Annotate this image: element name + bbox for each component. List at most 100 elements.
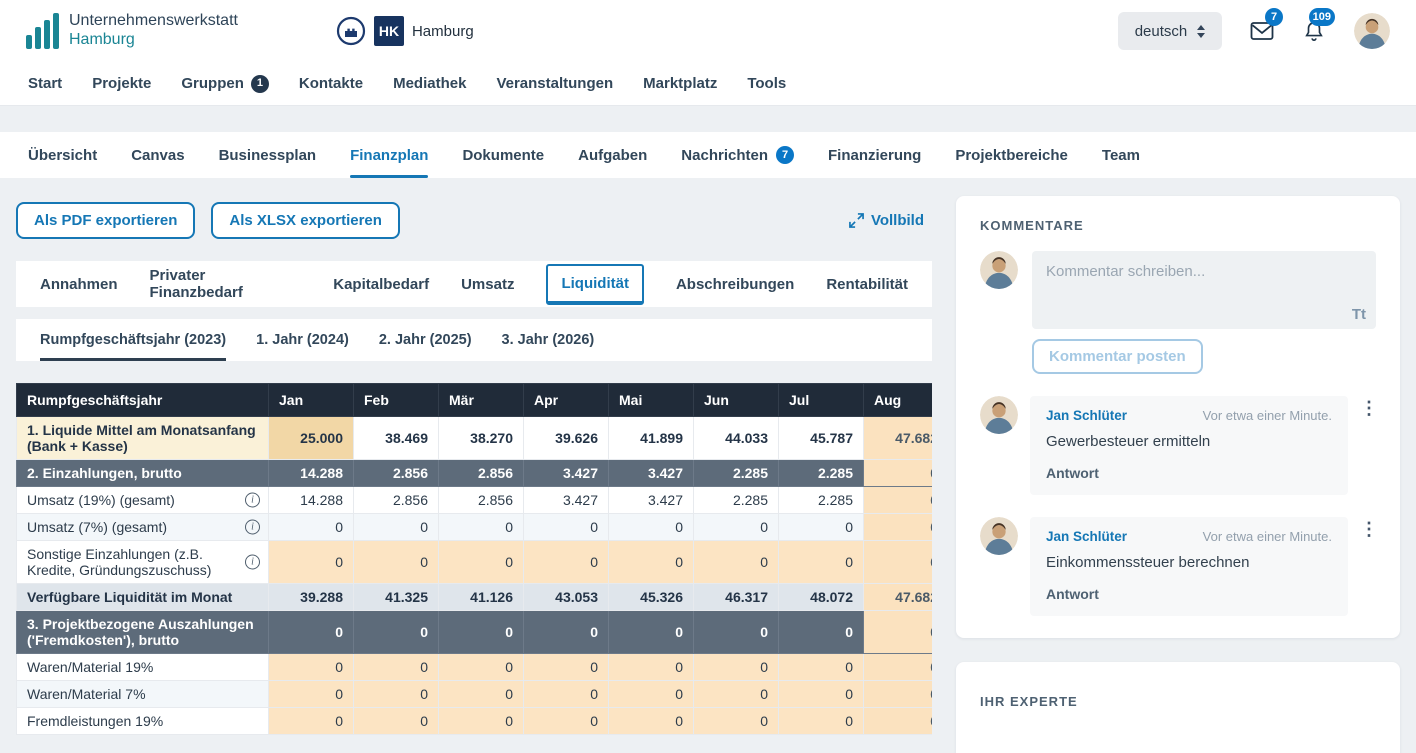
row-label-text: Fremdleistungen 19% bbox=[27, 713, 164, 729]
cell-waren-material-19-aug[interactable]: 0 bbox=[863, 653, 932, 681]
comment-menu-icon[interactable]: ⋮ bbox=[1360, 517, 1378, 616]
project-tab-nachrichten[interactable]: Nachrichten 7 bbox=[681, 132, 794, 178]
nav-item-kontakte[interactable]: Kontakte bbox=[299, 75, 363, 92]
export-xlsx-button[interactable]: Als XLSX exportieren bbox=[211, 202, 400, 239]
cell-2-einzahlungen-brutto-feb: 2.856 bbox=[353, 459, 439, 487]
cell-waren-material-7-apr[interactable]: 0 bbox=[523, 680, 609, 708]
project-tab-canvas[interactable]: Canvas bbox=[131, 132, 184, 178]
language-selector[interactable]: deutsch bbox=[1118, 12, 1222, 50]
plan-tab-annahmen[interactable]: Annahmen bbox=[40, 276, 118, 293]
messages-button[interactable]: 7 bbox=[1250, 8, 1283, 42]
project-tab-finanzplan[interactable]: Finanzplan bbox=[350, 132, 429, 178]
cell-verfuegbare-liquiditaet-im-monat-apr: 43.053 bbox=[523, 583, 609, 611]
nav-item-marktplatz[interactable]: Marktplatz bbox=[643, 75, 717, 92]
cell-sonstige-einzahlungen-z-b-kredite-gruendungszuschuss-feb[interactable]: 0 bbox=[353, 540, 439, 584]
plan-tab-kapitalbedarf[interactable]: Kapitalbedarf bbox=[333, 276, 429, 293]
year-tab-1-jahr-2024[interactable]: 1. Jahr (2024) bbox=[256, 319, 349, 361]
project-tab-businessplan[interactable]: Businessplan bbox=[219, 132, 317, 178]
info-icon[interactable]: i bbox=[245, 554, 260, 570]
nav-item-tools[interactable]: Tools bbox=[747, 75, 786, 92]
user-avatar[interactable] bbox=[1354, 13, 1390, 49]
cell-sonstige-einzahlungen-z-b-kredite-gruendungszuschuss-maer[interactable]: 0 bbox=[438, 540, 524, 584]
table-row-1-liquide-mittel-am-monatsanfang-bank-kasse: 1. Liquide Mittel am Monatsanfang (Bank … bbox=[16, 416, 932, 460]
project-tab-label: Übersicht bbox=[28, 146, 98, 164]
cell-sonstige-einzahlungen-z-b-kredite-gruendungszuschuss-apr[interactable]: 0 bbox=[523, 540, 609, 584]
plan-tab-privater-finanzbedarf[interactable]: Privater Finanzbedarf bbox=[150, 267, 302, 301]
cell-waren-material-19-maer[interactable]: 0 bbox=[438, 653, 524, 681]
info-icon[interactable]: i bbox=[245, 519, 260, 535]
cell-sonstige-einzahlungen-z-b-kredite-gruendungszuschuss-jan[interactable]: 0 bbox=[268, 540, 354, 584]
nav-item-veranstaltungen[interactable]: Veranstaltungen bbox=[496, 75, 613, 92]
row-label: Waren/Material 19% bbox=[16, 653, 269, 681]
project-tab-label: Canvas bbox=[131, 146, 185, 164]
cell-waren-material-19-apr[interactable]: 0 bbox=[523, 653, 609, 681]
cell-waren-material-19-jun[interactable]: 0 bbox=[693, 653, 779, 681]
cell-sonstige-einzahlungen-z-b-kredite-gruendungszuschuss-mai[interactable]: 0 bbox=[608, 540, 694, 584]
cell-sonstige-einzahlungen-z-b-kredite-gruendungszuschuss-jun[interactable]: 0 bbox=[693, 540, 779, 584]
year-tab-3-jahr-2026[interactable]: 3. Jahr (2026) bbox=[502, 319, 595, 361]
cell-3-projektbezogene-auszahlungen-fremdkosten-brutto-aug: 0 bbox=[863, 610, 932, 654]
year-tab-rumpfgeschaeftsjahr-2023[interactable]: Rumpfgeschäftsjahr (2023) bbox=[40, 319, 227, 361]
comment-menu-icon[interactable]: ⋮ bbox=[1360, 396, 1378, 495]
project-tab-uebersicht[interactable]: Übersicht bbox=[28, 132, 97, 178]
nav-item-projekte[interactable]: Projekte bbox=[92, 75, 151, 92]
plan-tab-abschreibungen[interactable]: Abschreibungen bbox=[676, 276, 794, 293]
plan-tab-umsatz[interactable]: Umsatz bbox=[461, 276, 514, 293]
project-tab-team[interactable]: Team bbox=[1102, 132, 1140, 178]
project-tab-label: Aufgaben bbox=[578, 146, 648, 164]
uwh-logo[interactable]: Unternehmenswerkstatt Hamburg bbox=[26, 12, 238, 50]
cell-fremdleistungen-19-jan[interactable]: 0 bbox=[268, 707, 354, 735]
info-icon[interactable]: i bbox=[245, 492, 260, 508]
person-photo bbox=[980, 251, 1018, 289]
table-row-2-einzahlungen-brutto: 2. Einzahlungen, brutto 14.288 2.856 2.856 3… bbox=[16, 459, 932, 487]
cell-sonstige-einzahlungen-z-b-kredite-gruendungszuschuss-jul[interactable]: 0 bbox=[778, 540, 864, 584]
year-tab-2-jahr-2025[interactable]: 2. Jahr (2025) bbox=[379, 319, 472, 361]
cell-waren-material-7-mai[interactable]: 0 bbox=[608, 680, 694, 708]
cell-fremdleistungen-19-aug[interactable]: 0 bbox=[863, 707, 932, 735]
cell-waren-material-7-feb[interactable]: 0 bbox=[353, 680, 439, 708]
fullscreen-label: Vollbild bbox=[870, 212, 924, 229]
export-pdf-button[interactable]: Als PDF exportieren bbox=[16, 202, 196, 239]
comment-author[interactable]: Jan Schlüter bbox=[1046, 529, 1127, 544]
project-tab-dokumente[interactable]: Dokumente bbox=[462, 132, 544, 178]
notifications-button[interactable]: 109 bbox=[1302, 8, 1335, 42]
nav-item-mediathek[interactable]: Mediathek bbox=[393, 75, 466, 92]
cell-waren-material-7-jul[interactable]: 0 bbox=[778, 680, 864, 708]
cell-fremdleistungen-19-jun[interactable]: 0 bbox=[693, 707, 779, 735]
cell-waren-material-19-mai[interactable]: 0 bbox=[608, 653, 694, 681]
plan-tab-rentabilitaet[interactable]: Rentabilität bbox=[826, 276, 908, 293]
nav-item-gruppen[interactable]: Gruppen 1 bbox=[181, 74, 269, 93]
cell-sonstige-einzahlungen-z-b-kredite-gruendungszuschuss-aug[interactable]: 0 bbox=[863, 540, 932, 584]
cell-waren-material-19-jan[interactable]: 0 bbox=[268, 653, 354, 681]
cell-fremdleistungen-19-apr[interactable]: 0 bbox=[523, 707, 609, 735]
row-label-text: Waren/Material 7% bbox=[27, 686, 146, 702]
text-format-icon[interactable]: Tt bbox=[1352, 306, 1366, 323]
cell-waren-material-7-jun[interactable]: 0 bbox=[693, 680, 779, 708]
project-tab-finanzierung[interactable]: Finanzierung bbox=[828, 132, 921, 178]
comment-author[interactable]: Jan Schlüter bbox=[1046, 408, 1127, 423]
nav-item-label: Kontakte bbox=[298, 75, 364, 92]
project-tab-aufgaben[interactable]: Aufgaben bbox=[578, 132, 647, 178]
nav-item-start[interactable]: Start bbox=[28, 75, 62, 92]
reply-button[interactable]: Antwort bbox=[1046, 465, 1332, 481]
cell-waren-material-7-maer[interactable]: 0 bbox=[438, 680, 524, 708]
comment-input[interactable]: Kommentar schreiben... Tt bbox=[1032, 251, 1376, 329]
plan-tab-liquiditaet[interactable]: Liquidität bbox=[546, 263, 644, 305]
header-actions: deutsch 7 109 bbox=[1118, 8, 1390, 50]
cell-fremdleistungen-19-maer[interactable]: 0 bbox=[438, 707, 524, 735]
cell-waren-material-7-aug[interactable]: 0 bbox=[863, 680, 932, 708]
fullscreen-button[interactable]: Vollbild bbox=[849, 212, 924, 229]
cell-waren-material-19-jul[interactable]: 0 bbox=[778, 653, 864, 681]
cell-waren-material-7-jan[interactable]: 0 bbox=[268, 680, 354, 708]
row-label: Verfügbare Liquidität im Monat bbox=[16, 583, 269, 611]
project-tab-projektbereiche[interactable]: Projektbereiche bbox=[955, 132, 1068, 178]
cell-fremdleistungen-19-mai[interactable]: 0 bbox=[608, 707, 694, 735]
cell-waren-material-19-feb[interactable]: 0 bbox=[353, 653, 439, 681]
comment-timestamp: Vor etwa einer Minute. bbox=[1202, 529, 1332, 544]
cell-fremdleistungen-19-jul[interactable]: 0 bbox=[778, 707, 864, 735]
reply-button[interactable]: Antwort bbox=[1046, 586, 1332, 602]
project-tab-label: Businessplan bbox=[218, 146, 317, 164]
post-comment-button[interactable]: Kommentar posten bbox=[1032, 339, 1203, 374]
cell-2-einzahlungen-brutto-maer: 2.856 bbox=[438, 459, 524, 487]
cell-fremdleistungen-19-feb[interactable]: 0 bbox=[353, 707, 439, 735]
